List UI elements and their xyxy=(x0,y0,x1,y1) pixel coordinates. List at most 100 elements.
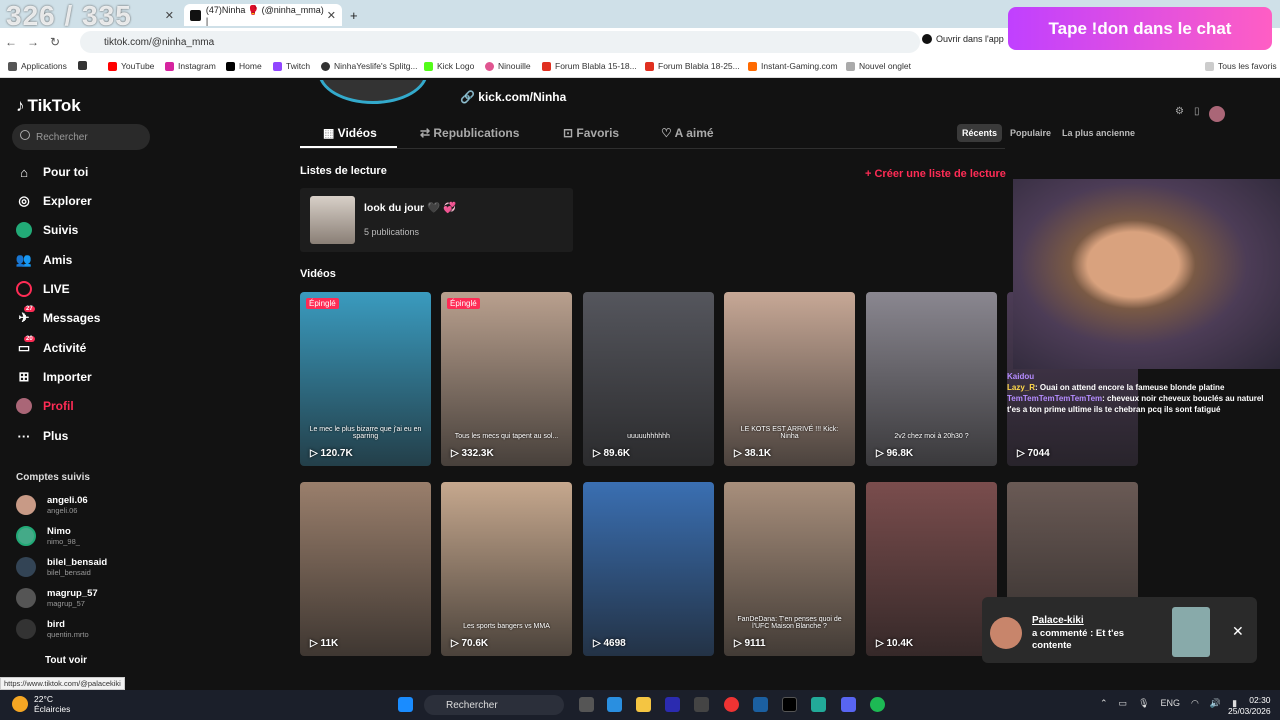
bookmark-twitch[interactable]: Twitch xyxy=(273,61,310,71)
account-name: angeli.06 xyxy=(47,495,88,506)
settings-icon[interactable]: ⚙ xyxy=(1175,106,1184,122)
view-count-value: 120.7K xyxy=(320,448,353,459)
weather-widget[interactable]: 22°C Éclaircies xyxy=(12,694,70,714)
bookmark-forum-15-18[interactable]: Forum Blabla 15-18... xyxy=(542,61,637,71)
nav-friends[interactable]: 👥 Amis xyxy=(16,252,72,268)
chevron-up-icon[interactable]: ⌃ xyxy=(1100,698,1108,709)
comment-notification[interactable]: Palace-kiki a commenté : Et t'es content… xyxy=(982,597,1257,663)
nav-more[interactable]: ··· Plus xyxy=(16,428,69,444)
bookmark-forum-18-25[interactable]: Forum Blabla 18-25... xyxy=(645,61,740,71)
tiktok-logo[interactable]: ♪ TikTok xyxy=(16,96,81,116)
avatar xyxy=(990,617,1022,649)
nav-live[interactable]: LIVE xyxy=(16,281,70,297)
followed-account[interactable]: bilel_bensaid bilel_bensaid xyxy=(16,557,107,577)
discord-icon[interactable] xyxy=(841,697,856,712)
followed-account[interactable]: Nimo nimo_98_ xyxy=(16,526,80,546)
language-indicator[interactable]: ENG xyxy=(1161,698,1181,709)
bookmark-label: Instagram xyxy=(178,61,216,71)
premiere-icon[interactable] xyxy=(665,697,680,712)
nav-explore[interactable]: ◎ Explorer xyxy=(16,193,91,209)
profile-link[interactable]: 🔗 kick.com/Ninha xyxy=(460,90,566,104)
nav-following[interactable]: Suivis xyxy=(16,222,78,238)
nav-label: Plus xyxy=(43,429,69,443)
video-card[interactable]: Épinglé Tous les mecs qui tapent au sol..… xyxy=(441,292,572,466)
video-card[interactable]: LE KOTS EST ARRIVÉ !!! Kick: Ninha ▷ 38.1… xyxy=(724,292,855,466)
settings-app-icon[interactable] xyxy=(694,697,709,712)
reload-icon[interactable]: ↻ xyxy=(44,35,66,49)
back-icon[interactable]: ← xyxy=(0,35,22,49)
tab-reposts[interactable]: ⇄ Republications xyxy=(420,126,519,140)
all-favorites[interactable]: Tous les favoris xyxy=(1205,61,1277,71)
video-card[interactable]: ▷ 4698 xyxy=(583,482,714,656)
phone-icon[interactable]: ▯ xyxy=(1194,106,1200,122)
windows-start-icon[interactable] xyxy=(398,697,413,712)
taskbar-search[interactable]: Rechercher xyxy=(424,695,564,715)
notification-thumbnail[interactable] xyxy=(1172,607,1210,657)
bookmark-youtube[interactable]: YouTube xyxy=(108,61,154,71)
close-tab-icon[interactable]: ✕ xyxy=(327,9,336,22)
video-card[interactable]: Les sports bangers vs MMA ▷ 70.6K xyxy=(441,482,572,656)
video-card[interactable]: ▷ 11K xyxy=(300,482,431,656)
video-card[interactable]: FanDeDana: T'en penses quoi de l'UFC Mai… xyxy=(724,482,855,656)
spotify-icon[interactable] xyxy=(870,697,885,712)
home-icon: ⌂ xyxy=(20,164,28,180)
tab-liked[interactable]: ♡ A aimé xyxy=(661,126,714,140)
wifi-icon[interactable]: ◠ xyxy=(1191,698,1199,709)
bookmark-ninouille[interactable]: Ninouille xyxy=(485,61,531,71)
instagram-icon xyxy=(165,61,174,71)
video-card[interactable]: uuuuuhhhhhh ▷ 89.6K xyxy=(583,292,714,466)
tiktok-app-icon[interactable] xyxy=(782,697,797,712)
bookmark-home[interactable]: Home xyxy=(226,61,262,71)
bookmark-instant-gaming[interactable]: Instant-Gaming.com xyxy=(748,61,838,71)
playlist-card[interactable]: look du jour 🖤 💞 5 publications xyxy=(300,188,573,252)
bookmark-splitgate[interactable]: NinhaYeslife's Splitg... xyxy=(321,61,418,71)
view-count-value: 38.1K xyxy=(744,448,772,459)
bookmark-instagram[interactable]: Instagram xyxy=(165,61,216,71)
followed-account[interactable]: magrup_57 magrup_57 xyxy=(16,588,98,608)
search-input[interactable]: Rechercher xyxy=(12,124,150,150)
new-tab-button[interactable]: + xyxy=(344,4,364,26)
file-explorer-icon[interactable] xyxy=(636,697,651,712)
sort-oldest[interactable]: La plus ancienne xyxy=(1057,124,1140,142)
video-caption: LE KOTS EST ARRIVÉ !!! Kick: Ninha xyxy=(740,426,839,440)
volume-icon[interactable]: 🔊 xyxy=(1210,698,1221,709)
profile-avatar[interactable] xyxy=(318,80,428,104)
nav-profile[interactable]: Profil xyxy=(16,398,74,414)
nav-upload[interactable]: ⊞ Importer xyxy=(16,369,92,385)
chrome-icon[interactable] xyxy=(724,697,739,712)
steam-icon[interactable] xyxy=(753,697,768,712)
edge-icon[interactable] xyxy=(607,697,622,712)
close-tab-icon[interactable]: ✕ xyxy=(165,9,174,22)
close-icon[interactable]: ✕ xyxy=(1232,623,1244,640)
bookmark-new-tab[interactable]: Nouvel onglet xyxy=(846,61,911,71)
nav-activity[interactable]: ▭ 20 Activité xyxy=(16,336,86,356)
followed-account[interactable]: angeli.06 angeli.06 xyxy=(16,495,88,515)
forward-icon[interactable]: → xyxy=(22,35,44,49)
mic-icon[interactable]: 🎙 xyxy=(1138,698,1149,709)
user-avatar[interactable] xyxy=(1209,106,1226,122)
open-in-app-button[interactable]: Ouvrir dans l'app xyxy=(922,34,1004,44)
url-input[interactable]: tiktok.com/@ninha_mma xyxy=(80,31,920,53)
sort-recent[interactable]: Récents xyxy=(957,124,1003,142)
video-card[interactable]: Épinglé Le mec le plus bizarre que j'ai e… xyxy=(300,292,431,466)
followed-account[interactable]: bird quentin.mrto xyxy=(16,619,89,639)
bookmark-grid[interactable] xyxy=(78,61,91,70)
see-all-link[interactable]: Tout voir xyxy=(45,655,87,666)
tab-videos[interactable]: ▦ Vidéos xyxy=(323,126,377,140)
notification-user[interactable]: Palace-kiki xyxy=(1032,615,1084,626)
video-card[interactable]: 2v2 chez moi à 20h30 ? ▷ 96.8K xyxy=(866,292,997,466)
windows-taskbar: 22°C Éclaircies Rechercher ⌃ ▭ 🎙 ENG ◠ 🔊 … xyxy=(0,690,1280,720)
clock[interactable]: 02:30 25/03/2026 xyxy=(1228,695,1271,717)
create-playlist-button[interactable]: + Créer une liste de lecture xyxy=(865,168,1006,180)
app-icon[interactable] xyxy=(811,697,826,712)
video-card[interactable]: ▷ 10.4K xyxy=(866,482,997,656)
browser-tab-active[interactable]: (47)Ninha 🥊 (@ninha_mma) | ✕ xyxy=(184,4,342,26)
bookmark-applications[interactable]: Applications xyxy=(8,61,67,71)
sort-popular[interactable]: Populaire xyxy=(1005,124,1056,142)
nav-messages[interactable]: ✈ 27 Messages xyxy=(16,306,100,326)
network-icon[interactable]: ▭ xyxy=(1119,698,1128,709)
tab-favorites[interactable]: ⊡ Favoris xyxy=(563,126,619,140)
bookmark-kick[interactable]: Kick Logo xyxy=(424,61,474,71)
nav-for-you[interactable]: ⌂ Pour toi xyxy=(16,164,88,180)
task-view-icon[interactable] xyxy=(579,697,594,712)
